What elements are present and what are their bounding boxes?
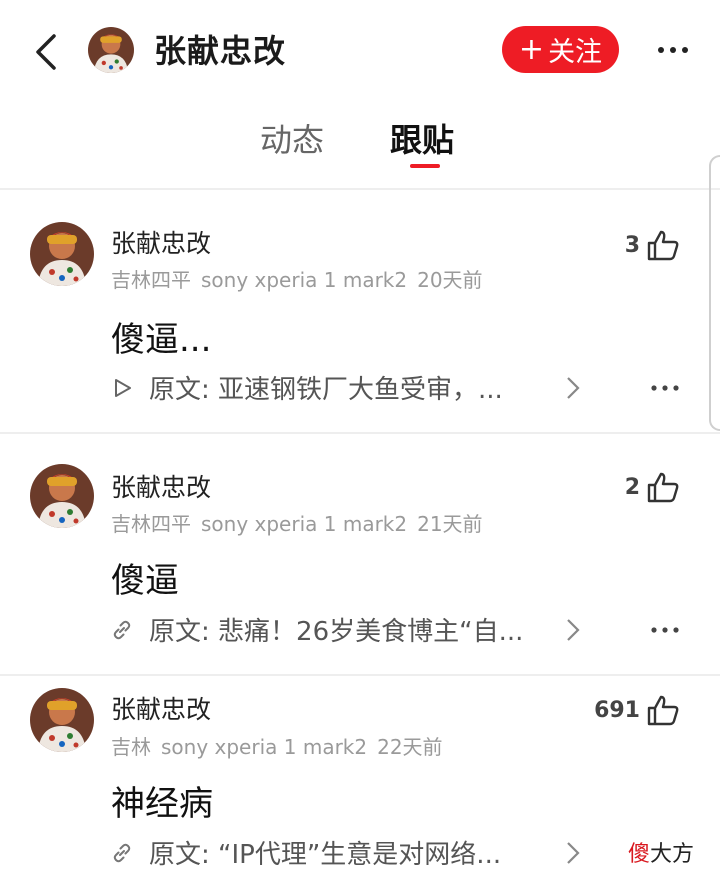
comment-item: 张献忠改 吉林四平 sony xperia 1 mark2 21天前 2 傻逼 原文… <box>0 434 720 674</box>
location: 吉林四平 <box>111 268 191 292</box>
like-count: 2 <box>624 474 640 500</box>
post-meta: 吉林四平 sony xperia 1 mark2 21天前 <box>111 508 493 537</box>
timestamp: 22天前 <box>377 735 443 759</box>
like-button[interactable]: 3 <box>625 227 680 263</box>
avatar[interactable] <box>30 464 94 528</box>
comment-text: 神经病 <box>111 784 213 824</box>
profile-name: 张献忠改 <box>154 32 287 70</box>
back-arrow-icon[interactable] <box>30 32 64 72</box>
author-name[interactable]: 张献忠改 <box>111 224 211 260</box>
tab-dynamics[interactable]: 动态 <box>260 115 324 161</box>
original-article-link[interactable]: 原文: 亚速钢铁厂大鱼受审，... <box>111 369 591 409</box>
link-icon <box>113 620 131 640</box>
device: sony xperia 1 mark2 <box>201 268 408 292</box>
follow-button[interactable]: + 关注 <box>502 26 619 73</box>
author-name[interactable]: 张献忠改 <box>111 690 211 726</box>
author-name[interactable]: 张献忠改 <box>111 468 211 504</box>
more-options-icon[interactable] <box>655 38 691 62</box>
like-count: 691 <box>594 697 640 723</box>
timestamp: 20天前 <box>417 268 483 292</box>
original-article-link[interactable]: 原文: 悲痛！26岁美食博主“自... <box>111 611 591 651</box>
comment-item: 张献忠改 吉林四平 sony xperia 1 mark2 20天前 3 傻逼...… <box>0 190 720 432</box>
more-icon[interactable] <box>650 623 680 637</box>
like-button[interactable]: 691 <box>594 692 680 728</box>
device: sony xperia 1 mark2 <box>161 735 368 759</box>
original-article-title: 原文: 悲痛！26岁美食博主“自... <box>149 617 524 647</box>
original-article-title: 原文: “IP代理”生意是对网络... <box>149 840 502 870</box>
comment-text: 傻逼... <box>111 320 212 360</box>
chevron-right-icon <box>567 842 580 864</box>
location: 吉林 <box>111 735 151 759</box>
comment-item: 张献忠改 吉林 sony xperia 1 mark2 22天前 691 神经病 原… <box>0 676 720 889</box>
thumbs-up-icon <box>647 472 679 503</box>
watermark-part2: 大方 <box>650 842 695 867</box>
plus-icon: + <box>518 31 545 67</box>
original-article-title: 原文: 亚速钢铁厂大鱼受审，... <box>149 375 503 405</box>
original-article-link[interactable]: 原文: “IP代理”生意是对网络... <box>111 834 591 874</box>
thumbs-up-icon <box>647 230 679 261</box>
comment-text: 傻逼 <box>111 561 179 601</box>
tab-bar: 动态 跟贴 <box>0 105 720 183</box>
thumbs-up-icon <box>647 695 679 726</box>
post-meta: 吉林四平 sony xperia 1 mark2 20天前 <box>111 264 493 293</box>
chevron-right-icon <box>567 619 580 641</box>
watermark: 傻大方 <box>628 836 694 868</box>
post-meta: 吉林 sony xperia 1 mark2 22天前 <box>111 731 453 760</box>
watermark-part1: 傻 <box>628 842 651 867</box>
follow-label: 关注 <box>548 37 603 68</box>
play-icon <box>115 379 131 397</box>
timestamp: 21天前 <box>417 512 483 536</box>
avatar[interactable] <box>30 222 94 286</box>
active-tab-indicator <box>410 164 440 168</box>
tab-comments[interactable]: 跟贴 <box>390 115 454 161</box>
device: sony xperia 1 mark2 <box>201 512 408 536</box>
link-icon <box>113 843 131 863</box>
like-button[interactable]: 2 <box>625 469 680 505</box>
top-bar: 张献忠改 + 关注 <box>0 0 720 100</box>
avatar[interactable] <box>30 688 94 752</box>
chevron-right-icon <box>567 377 580 399</box>
location: 吉林四平 <box>111 512 191 536</box>
profile-avatar[interactable] <box>88 27 134 73</box>
more-icon[interactable] <box>650 381 680 395</box>
like-count: 3 <box>624 232 640 258</box>
